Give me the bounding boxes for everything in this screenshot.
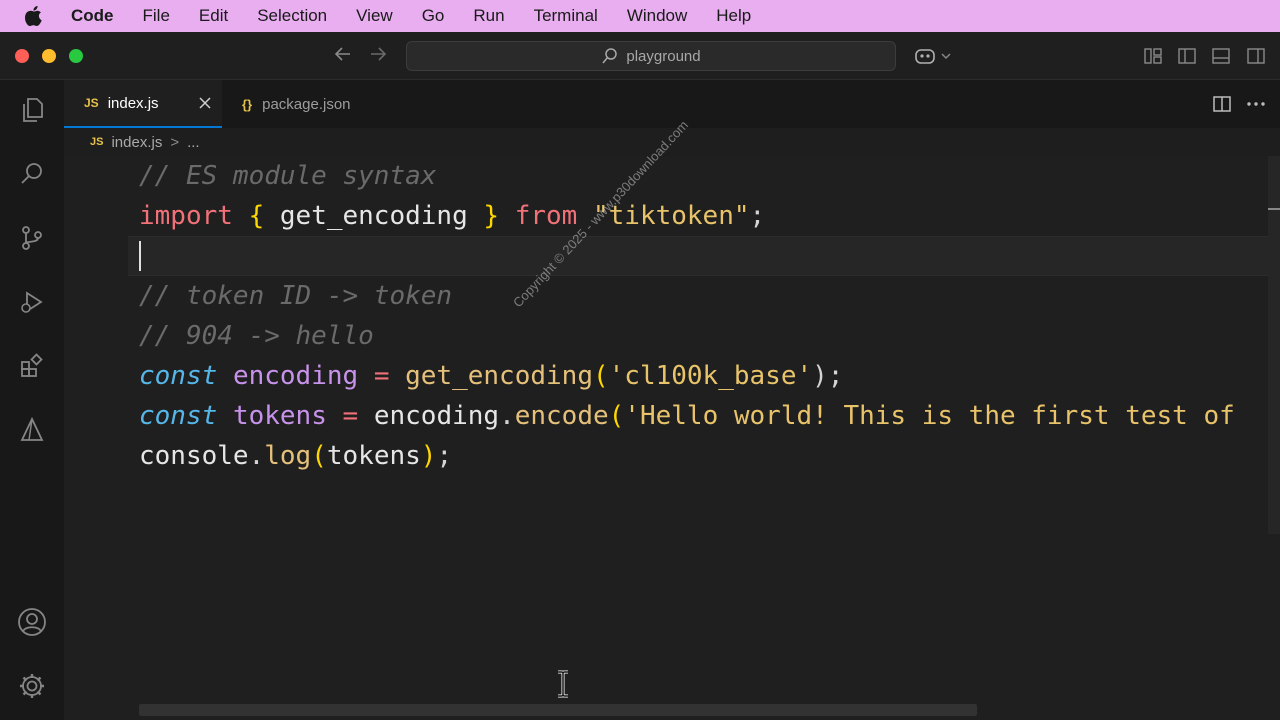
toggle-primary-sidebar-icon[interactable] <box>1177 46 1197 71</box>
account-icon[interactable] <box>16 606 48 638</box>
remote-explorer-icon[interactable] <box>16 414 48 446</box>
tab-label: index.js <box>107 94 159 112</box>
menu-edit[interactable]: Edit <box>199 6 228 26</box>
search-icon[interactable] <box>16 158 48 190</box>
run-debug-icon[interactable] <box>16 286 48 318</box>
code-line-8: console.log(tokens); <box>139 441 453 471</box>
tab-label: package.json <box>262 95 351 113</box>
menu-app-name[interactable]: Code <box>71 6 114 26</box>
js-file-icon: JS <box>84 96 99 110</box>
tab-package-json[interactable]: {} package.json <box>222 80 392 128</box>
explorer-icon[interactable] <box>16 94 48 126</box>
source-control-icon[interactable] <box>16 222 48 254</box>
menu-view[interactable]: View <box>356 6 393 26</box>
vertical-scrollbar[interactable] <box>1268 156 1280 534</box>
code-editor[interactable]: // ES module syntax import { get_encodin… <box>64 156 1280 720</box>
command-center-search[interactable]: playground <box>406 41 896 71</box>
window-title-bar: playground <box>0 32 1280 80</box>
editor-tab-bar: JS index.js {} package.json <box>64 80 1280 128</box>
menu-help[interactable]: Help <box>716 6 751 26</box>
breadcrumb-file[interactable]: index.js <box>111 134 162 151</box>
minimize-window-button[interactable] <box>42 49 56 63</box>
customize-layout-icon[interactable] <box>1143 46 1163 71</box>
js-file-icon: JS <box>90 136 104 148</box>
menu-go[interactable]: Go <box>422 6 445 26</box>
macos-menu-bar: Code File Edit Selection View Go Run Ter… <box>0 0 1280 32</box>
activity-bar <box>0 80 64 720</box>
arrow-right-icon[interactable] <box>368 44 388 70</box>
menu-run[interactable]: Run <box>473 6 504 26</box>
extensions-icon[interactable] <box>16 350 48 382</box>
menu-window[interactable]: Window <box>627 6 687 26</box>
overview-ruler-marker <box>1268 208 1280 210</box>
toggle-secondary-sidebar-icon[interactable] <box>1246 46 1266 71</box>
copilot-icon[interactable] <box>914 46 952 71</box>
code-line-4: // token ID -> token <box>139 281 453 311</box>
toggle-panel-icon[interactable] <box>1211 46 1231 71</box>
menu-selection[interactable]: Selection <box>257 6 327 26</box>
json-file-icon: {} <box>242 96 253 112</box>
menu-file[interactable]: File <box>143 6 170 26</box>
close-window-button[interactable] <box>15 49 29 63</box>
code-line-6: const encoding = get_encoding('cl100k_ba… <box>139 361 844 391</box>
tab-index-js[interactable]: JS index.js <box>64 80 222 128</box>
apple-icon[interactable] <box>25 6 49 26</box>
zoom-window-button[interactable] <box>69 49 83 63</box>
more-actions-icon[interactable] <box>1245 94 1267 119</box>
menu-terminal[interactable]: Terminal <box>534 6 598 26</box>
horizontal-scrollbar[interactable] <box>139 704 977 716</box>
settings-gear-icon[interactable] <box>16 670 48 702</box>
text-cursor <box>139 241 141 271</box>
breadcrumb-more[interactable]: ... <box>187 134 200 151</box>
breadcrumb-separator: > <box>170 133 180 151</box>
breadcrumb: JS index.js > ... <box>90 132 200 152</box>
arrow-left-icon[interactable] <box>333 44 353 70</box>
code-line-2: import { get_encoding } from "tiktoken"; <box>139 201 766 231</box>
command-center-label: playground <box>626 47 701 65</box>
search-icon <box>602 48 618 64</box>
current-line-highlight <box>128 236 1268 276</box>
split-editor-icon[interactable] <box>1212 94 1232 119</box>
code-line-7: const tokens = encoding.encode('Hello wo… <box>139 401 1235 431</box>
code-line-1: // ES module syntax <box>139 161 437 191</box>
close-icon[interactable] <box>198 94 212 115</box>
ibeam-cursor-icon <box>555 670 571 703</box>
code-line-5: // 904 -> hello <box>139 321 374 351</box>
